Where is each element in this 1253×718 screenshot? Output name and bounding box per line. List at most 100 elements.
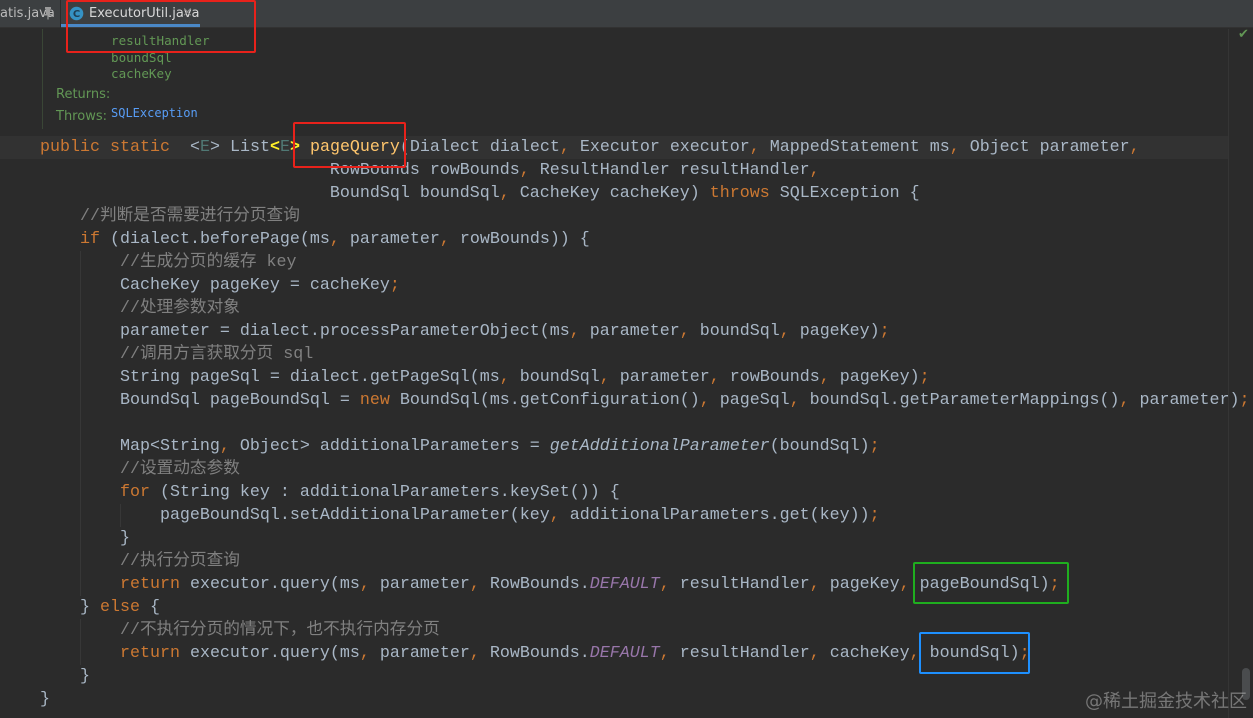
keyword: throws — [709, 184, 770, 203]
punctuation: , — [789, 391, 800, 410]
code-text: String pageSql = dialect.getPageSql(ms — [40, 368, 500, 387]
code-line[interactable]: //设置动态参数 — [0, 458, 1253, 481]
punctuation: , — [659, 575, 670, 594]
code-line[interactable]: //处理参数对象 — [0, 297, 1253, 320]
code-text: executor.query(ms — [179, 575, 360, 594]
punctuation: , — [469, 644, 480, 663]
punctuation: , — [569, 322, 580, 341]
annotation-box-red — [66, 0, 256, 53]
code-line[interactable]: for (String key : additionalParameters.k… — [0, 481, 1253, 504]
punctuation: ; — [869, 506, 880, 525]
code-line[interactable]: //判断是否需要进行分页查询 — [0, 205, 1253, 228]
javadoc-param: cacheKey — [111, 66, 172, 81]
punctuation: , — [899, 575, 910, 594]
code-text: } — [40, 690, 50, 709]
punctuation: ; — [879, 322, 890, 341]
code-text: parameter) — [1129, 391, 1240, 410]
right-margin-guide — [1228, 29, 1229, 718]
code-line[interactable]: //生成分页的缓存 key — [0, 251, 1253, 274]
code-line[interactable]: parameter = dialect.processParameterObje… — [0, 320, 1253, 343]
code-line[interactable]: } — [0, 665, 1253, 688]
punctuation: , — [699, 391, 710, 410]
code-text: } — [40, 667, 90, 686]
code-line[interactable]: BoundSql boundSql, CacheKey cacheKey) th… — [0, 182, 1253, 205]
code-text: resultHandler — [669, 575, 810, 594]
code-line[interactable]: public static <E> List<E> pageQuery(Dial… — [0, 136, 1228, 159]
code-text: < — [169, 138, 200, 157]
code-line[interactable]: String pageSql = dialect.getPageSql(ms, … — [0, 366, 1253, 389]
punctuation: , — [749, 138, 760, 157]
code-text: (Dialect dialect — [399, 138, 560, 157]
punctuation: , — [809, 161, 820, 180]
code-text: RowBounds. — [479, 644, 590, 663]
javadoc-throws-label: Throws: — [56, 109, 107, 124]
code-text: RowBounds. — [479, 575, 590, 594]
code-text: parameter — [579, 322, 680, 341]
punctuation: , — [1129, 138, 1140, 157]
punctuation: , — [359, 575, 370, 594]
keyword: return — [119, 575, 180, 594]
code-text: boundSql.getParameterMappings() — [799, 391, 1120, 410]
code-text: boundSql — [689, 322, 780, 341]
code-text: (String key : additionalParameters.keySe… — [149, 483, 620, 502]
punctuation: , — [819, 368, 830, 387]
code-text: MappedStatement ms — [759, 138, 950, 157]
punctuation: , — [679, 322, 690, 341]
punctuation: , — [469, 575, 480, 594]
code-line[interactable]: return executor.query(ms, parameter, Row… — [0, 642, 1253, 665]
keyword: return — [119, 644, 180, 663]
type-parameter: E — [199, 138, 210, 157]
code-text: CacheKey cacheKey) — [509, 184, 710, 203]
check-icon[interactable]: ✔ — [1238, 27, 1249, 42]
code-line[interactable]: BoundSql pageBoundSql = new BoundSql(ms.… — [0, 389, 1253, 412]
comment: //处理参数对象 — [40, 299, 240, 318]
code-text: BoundSql boundSql — [40, 184, 500, 203]
code-text: resultHandler — [669, 644, 810, 663]
code-line[interactable]: //不执行分页的情况下，也不执行内存分页 — [0, 619, 1253, 642]
code-text: RowBounds rowBounds — [40, 161, 520, 180]
javadoc-throws-link[interactable]: SQLException — [111, 106, 198, 120]
code-line[interactable]: if (dialect.beforePage(ms, parameter, ro… — [0, 228, 1253, 251]
code-text: additionalParameters.get(key)) — [559, 506, 870, 525]
comment: //判断是否需要进行分页查询 — [40, 207, 300, 226]
annotation-box-green — [913, 562, 1069, 604]
punctuation: , — [439, 230, 450, 249]
code-line[interactable]: } — [0, 527, 1253, 550]
code-text: pageBoundSql.setAdditionalParameter(key — [40, 506, 550, 525]
code-text: boundSql — [509, 368, 600, 387]
code-text: CacheKey pageKey = cacheKey — [40, 276, 390, 295]
pin-icon[interactable] — [43, 6, 53, 20]
punctuation: , — [809, 644, 820, 663]
matched-bracket: < — [269, 138, 280, 157]
code-text: executor.query(ms — [179, 644, 360, 663]
code-text: Executor executor — [569, 138, 750, 157]
keyword: new — [359, 391, 390, 410]
code-text: pageKey) — [789, 322, 880, 341]
punctuation: ; — [919, 368, 930, 387]
code-text: } — [40, 598, 100, 617]
keyword: static — [109, 138, 170, 157]
code-text: pageKey) — [829, 368, 920, 387]
code-text: parameter — [609, 368, 710, 387]
code-text: } — [40, 529, 130, 548]
type-parameter: E — [279, 138, 290, 157]
punctuation: ; — [389, 276, 400, 295]
code-text: parameter — [369, 575, 470, 594]
punctuation: , — [809, 575, 820, 594]
code-line[interactable]: CacheKey pageKey = cacheKey; — [0, 274, 1253, 297]
code-line[interactable]: pageBoundSql.setAdditionalParameter(key,… — [0, 504, 1253, 527]
code-line[interactable]: } — [0, 688, 1253, 711]
code-line[interactable] — [0, 412, 1253, 435]
code-text: pageKey — [819, 575, 900, 594]
code-text: rowBounds)) { — [449, 230, 590, 249]
code-line[interactable]: RowBounds rowBounds, ResultHandler resul… — [0, 159, 1253, 182]
static-method-call: getAdditionalParameter — [549, 437, 770, 456]
punctuation: , — [359, 644, 370, 663]
comment: //执行分页查询 — [40, 552, 240, 571]
code-line[interactable]: //调用方言获取分页 sql — [0, 343, 1253, 366]
code-editor[interactable]: public static <E> List<E> pageQuery(Dial… — [0, 136, 1253, 711]
punctuation: , — [709, 368, 720, 387]
code-line[interactable]: Map<String, Object> additionalParameters… — [0, 435, 1253, 458]
